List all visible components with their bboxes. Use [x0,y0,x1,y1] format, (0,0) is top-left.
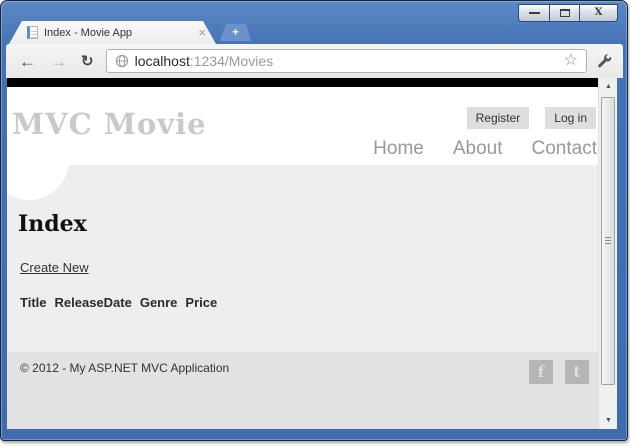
decorative-circle [7,165,69,200]
column-header-genre: Genre [140,295,178,310]
column-header-price: Price [185,295,217,310]
auth-links: Register Log in [467,107,596,129]
facebook-icon[interactable]: f [529,360,553,384]
vertical-scrollbar[interactable]: ▲ ▼ [598,78,617,429]
back-button[interactable]: ← [12,53,43,70]
scroll-up-button[interactable]: ▲ [599,78,618,95]
main-content: Index Create New Title ReleaseDate Genre… [7,165,598,352]
scrollbar-grip-icon [605,237,611,245]
site-footer: © 2012 - My ASP.NET MVC Application f t [7,352,598,429]
register-button[interactable]: Register [467,107,530,129]
nav-link-contact[interactable]: Contact [532,138,597,160]
bookmark-star-icon[interactable]: ☆ [564,53,578,69]
maximize-button[interactable] [549,5,579,21]
favicon-icon [27,26,38,39]
site-nav: Home About Contact [373,138,597,160]
nav-link-about[interactable]: About [453,138,503,160]
address-bar[interactable]: localhost:1234/Movies ☆ [106,49,587,73]
tab-close-icon[interactable]: × [198,26,206,39]
globe-icon [115,54,129,68]
login-button[interactable]: Log in [545,107,596,129]
movies-table-header: Title ReleaseDate Genre Price [20,295,217,310]
site-logo[interactable]: MVC Movie [12,107,207,141]
maximize-icon [560,9,570,17]
site-header: MVC Movie Register Log in Home About Con… [7,87,598,165]
browser-window: X Index - Movie App × + ← → ↻ localhost:… [0,0,628,441]
reload-button[interactable]: ↻ [74,54,101,69]
social-links: f t [529,360,589,384]
twitter-icon[interactable]: t [565,360,589,384]
wrench-menu-icon[interactable] [596,53,613,70]
url-host: localhost [135,53,190,69]
tab-title: Index - Movie App [44,27,192,39]
nav-link-home[interactable]: Home [373,138,424,160]
close-window-icon: X [595,8,603,18]
close-window-button[interactable]: X [579,5,617,21]
scrollbar-thumb[interactable] [601,97,615,385]
page-title: Index [18,211,87,237]
window-controls: X [518,4,618,22]
top-black-bar [7,78,598,87]
forward-button[interactable]: → [43,53,74,70]
scroll-down-button[interactable]: ▼ [599,412,618,429]
column-header-title: Title [20,295,47,310]
page-viewport: MVC Movie Register Log in Home About Con… [7,78,598,429]
minimize-button[interactable] [519,5,549,21]
url-path: :1234/Movies [190,53,273,69]
browser-tab[interactable]: Index - Movie App × [9,21,216,44]
url-text: localhost:1234/Movies [135,53,274,69]
minimize-icon [529,12,540,14]
column-header-releasedate: ReleaseDate [55,295,132,310]
new-tab-button[interactable]: + [220,24,251,41]
copyright-text: © 2012 - My ASP.NET MVC Application [20,361,229,375]
create-new-link[interactable]: Create New [20,260,89,275]
browser-toolbar: ← → ↻ localhost:1234/Movies ☆ [6,44,623,78]
